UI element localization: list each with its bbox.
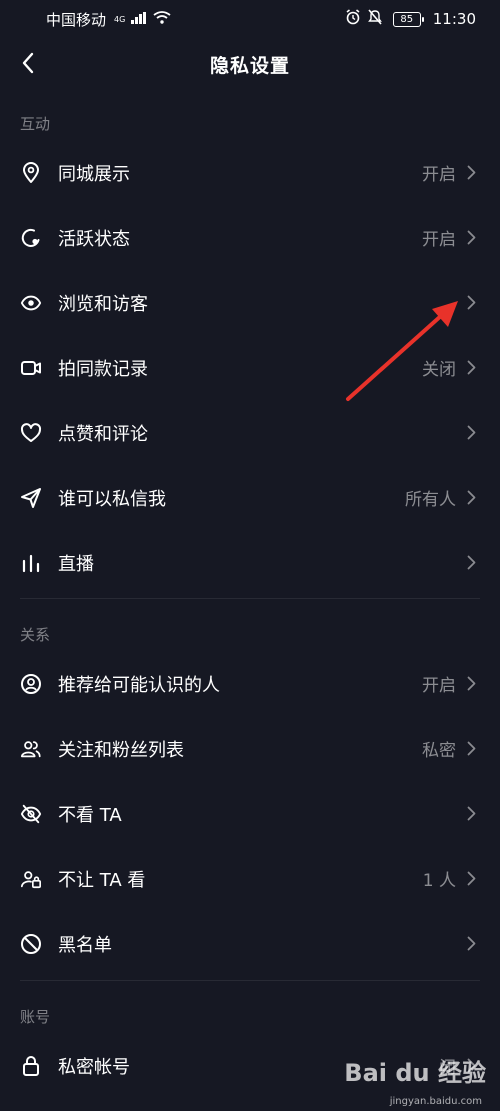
- row-live[interactable]: 直播: [0, 530, 500, 595]
- chevron-right-icon: [464, 489, 478, 507]
- lock-icon: [20, 1055, 42, 1077]
- chevron-right-icon: [464, 675, 478, 693]
- heart-icon: [20, 422, 42, 444]
- chevron-right-icon: [464, 294, 478, 312]
- row-value: 私密: [422, 741, 456, 761]
- user-lock-icon: [20, 868, 42, 890]
- chevron-right-icon: [464, 1057, 478, 1075]
- row-label: 同城展示: [58, 163, 130, 185]
- row-value: 开启: [422, 676, 456, 696]
- wifi-icon: [153, 10, 171, 28]
- live-bars-icon: [20, 552, 42, 574]
- eye-off-icon: [20, 803, 42, 825]
- row-label: 直播: [58, 553, 94, 575]
- row-label: 谁可以私信我: [58, 488, 166, 510]
- row-label: 不让 TA 看: [58, 869, 146, 891]
- nav-bar: 隐私设置: [0, 38, 500, 88]
- row-private-account[interactable]: 私密帐号 闭: [0, 1033, 500, 1098]
- user-circle-icon: [20, 673, 42, 695]
- section-divider: [20, 980, 480, 981]
- row-label: 推荐给可能认识的人: [58, 674, 220, 696]
- network-type: 4G: [114, 14, 126, 24]
- section-header-account: 账号: [20, 1008, 51, 1026]
- row-label: 拍同款记录: [58, 358, 148, 380]
- row-value: 关闭: [422, 360, 456, 380]
- chevron-right-icon: [464, 935, 478, 953]
- row-label: 关注和粉丝列表: [58, 739, 184, 761]
- chevron-right-icon: [464, 229, 478, 247]
- row-label: 私密帐号: [58, 1056, 130, 1078]
- chevron-right-icon: [464, 805, 478, 823]
- row-value: 开启: [422, 230, 456, 250]
- row-value: 1 人: [422, 871, 456, 891]
- privacy-settings-screen: 中国移动 4G 85 11:30 隐私设置 互动 同城展示 开启 活跃状态 开启…: [0, 0, 500, 1111]
- page-title: 隐私设置: [209, 55, 290, 77]
- row-follow-fans-list[interactable]: 关注和粉丝列表 私密: [0, 716, 500, 781]
- alarm-icon: [345, 9, 361, 29]
- row-value: 开启: [422, 165, 456, 185]
- status-right: 85 11:30: [345, 9, 476, 29]
- eye-icon: [20, 292, 42, 314]
- section-divider: [20, 598, 480, 599]
- row-label: 点赞和评论: [58, 423, 148, 445]
- row-dont-see-them[interactable]: 不看 TA: [0, 781, 500, 846]
- signal-icon: [131, 10, 147, 28]
- send-icon: [20, 487, 42, 509]
- row-browse-visitors[interactable]: 浏览和访客: [0, 270, 500, 335]
- block-icon: [20, 933, 42, 955]
- status-left: 中国移动 4G: [46, 9, 171, 30]
- row-label: 浏览和访客: [58, 293, 148, 315]
- row-value: 闭: [439, 1058, 456, 1078]
- clock: 11:30: [432, 10, 476, 28]
- row-city-display[interactable]: 同城展示 开启: [0, 140, 500, 205]
- row-likes-comments[interactable]: 点赞和评论: [0, 400, 500, 465]
- chevron-right-icon: [464, 359, 478, 377]
- chevron-right-icon: [464, 424, 478, 442]
- battery-icon: 85: [392, 11, 424, 27]
- row-value: 所有人: [405, 490, 456, 510]
- section-header-interaction: 互动: [20, 115, 51, 133]
- mute-icon: [367, 9, 383, 29]
- row-dont-let-them-see[interactable]: 不让 TA 看 1 人: [0, 846, 500, 911]
- section-header-relations: 关系: [20, 626, 51, 644]
- row-recommend-to-acquaintances[interactable]: 推荐给可能认识的人 开启: [0, 651, 500, 716]
- status-bar: 中国移动 4G 85 11:30: [0, 0, 500, 38]
- activity-status-icon: [20, 227, 42, 249]
- row-label: 活跃状态: [58, 228, 130, 250]
- chevron-right-icon: [464, 740, 478, 758]
- chevron-right-icon: [464, 554, 478, 572]
- carrier-name: 中国移动: [46, 10, 107, 29]
- row-same-style-record[interactable]: 拍同款记录 关闭: [0, 335, 500, 400]
- row-who-can-message[interactable]: 谁可以私信我 所有人: [0, 465, 500, 530]
- row-label: 黑名单: [58, 934, 112, 956]
- chevron-right-icon: [464, 870, 478, 888]
- row-blacklist[interactable]: 黑名单: [0, 911, 500, 976]
- chevron-right-icon: [464, 164, 478, 182]
- row-label: 不看 TA: [58, 804, 122, 826]
- users-icon: [20, 738, 42, 760]
- row-active-status[interactable]: 活跃状态 开启: [0, 205, 500, 270]
- location-pin-icon: [20, 161, 42, 184]
- video-camera-icon: [20, 357, 42, 379]
